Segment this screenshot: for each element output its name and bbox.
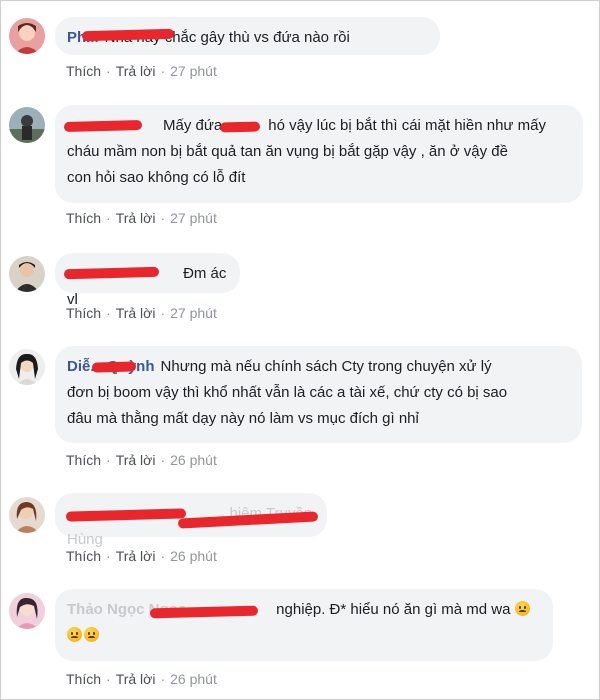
like-link[interactable]: Thích: [66, 452, 101, 468]
avatar[interactable]: [9, 107, 45, 143]
comment-bubble: Diễ... QuỳnhNhưng mà nếu chính sách Cty …: [55, 346, 582, 443]
like-link[interactable]: Thích: [66, 671, 101, 687]
comment-time[interactable]: 27 phút: [170, 210, 217, 226]
comment-text: nghiệp. Đ* hiểu nó ăn gì mà md wa: [276, 601, 511, 618]
comment-actions: Thích · Trả lời · 27 phút: [66, 210, 217, 226]
reply-link[interactable]: Trả lời: [116, 671, 156, 687]
angry-emoji-icon: [514, 601, 530, 616]
like-link[interactable]: Thích: [66, 210, 101, 226]
reply-link[interactable]: Trả lời: [116, 63, 156, 79]
like-link[interactable]: Thích: [66, 548, 101, 564]
comment-actions: Thích · Trả lời · 27 phút: [66, 305, 217, 321]
reply-link[interactable]: Trả lời: [116, 452, 156, 468]
angry-emoji-icon: [84, 627, 99, 642]
avatar[interactable]: [9, 256, 45, 292]
comment-actions: Thích · Trả lời · 27 phút: [66, 63, 217, 79]
like-link[interactable]: Thích: [66, 305, 101, 321]
comment-time[interactable]: 27 phút: [170, 63, 217, 79]
comment-time[interactable]: 26 phút: [170, 671, 217, 687]
redaction-mark: [63, 119, 143, 133]
angry-emoji-icon: [67, 627, 82, 642]
comment-time[interactable]: 26 phút: [170, 548, 217, 564]
like-link[interactable]: Thích: [66, 63, 101, 79]
avatar[interactable]: [9, 497, 45, 533]
comment-time[interactable]: 26 phút: [170, 452, 217, 468]
comment-actions: Thích · Trả lời · 26 phút: [66, 452, 217, 468]
reply-link[interactable]: Trả lời: [116, 210, 156, 226]
avatar[interactable]: [9, 593, 45, 629]
redaction-mark: [91, 361, 137, 373]
comment-bubble: Thảo Ngọc Ngọc nghiệp. Đ* hiểu nó ăn gì m…: [55, 589, 553, 661]
reply-link[interactable]: Trả lời: [116, 305, 156, 321]
comment-actions: Thích · Trả lời · 26 phút: [66, 671, 217, 687]
comment-time[interactable]: 27 phút: [170, 305, 217, 321]
reply-link[interactable]: Trả lời: [116, 548, 156, 564]
avatar[interactable]: [9, 18, 45, 54]
redaction-mark: [219, 121, 261, 133]
comment-actions: Thích · Trả lời · 26 phút: [66, 548, 217, 564]
avatar[interactable]: [9, 349, 45, 385]
